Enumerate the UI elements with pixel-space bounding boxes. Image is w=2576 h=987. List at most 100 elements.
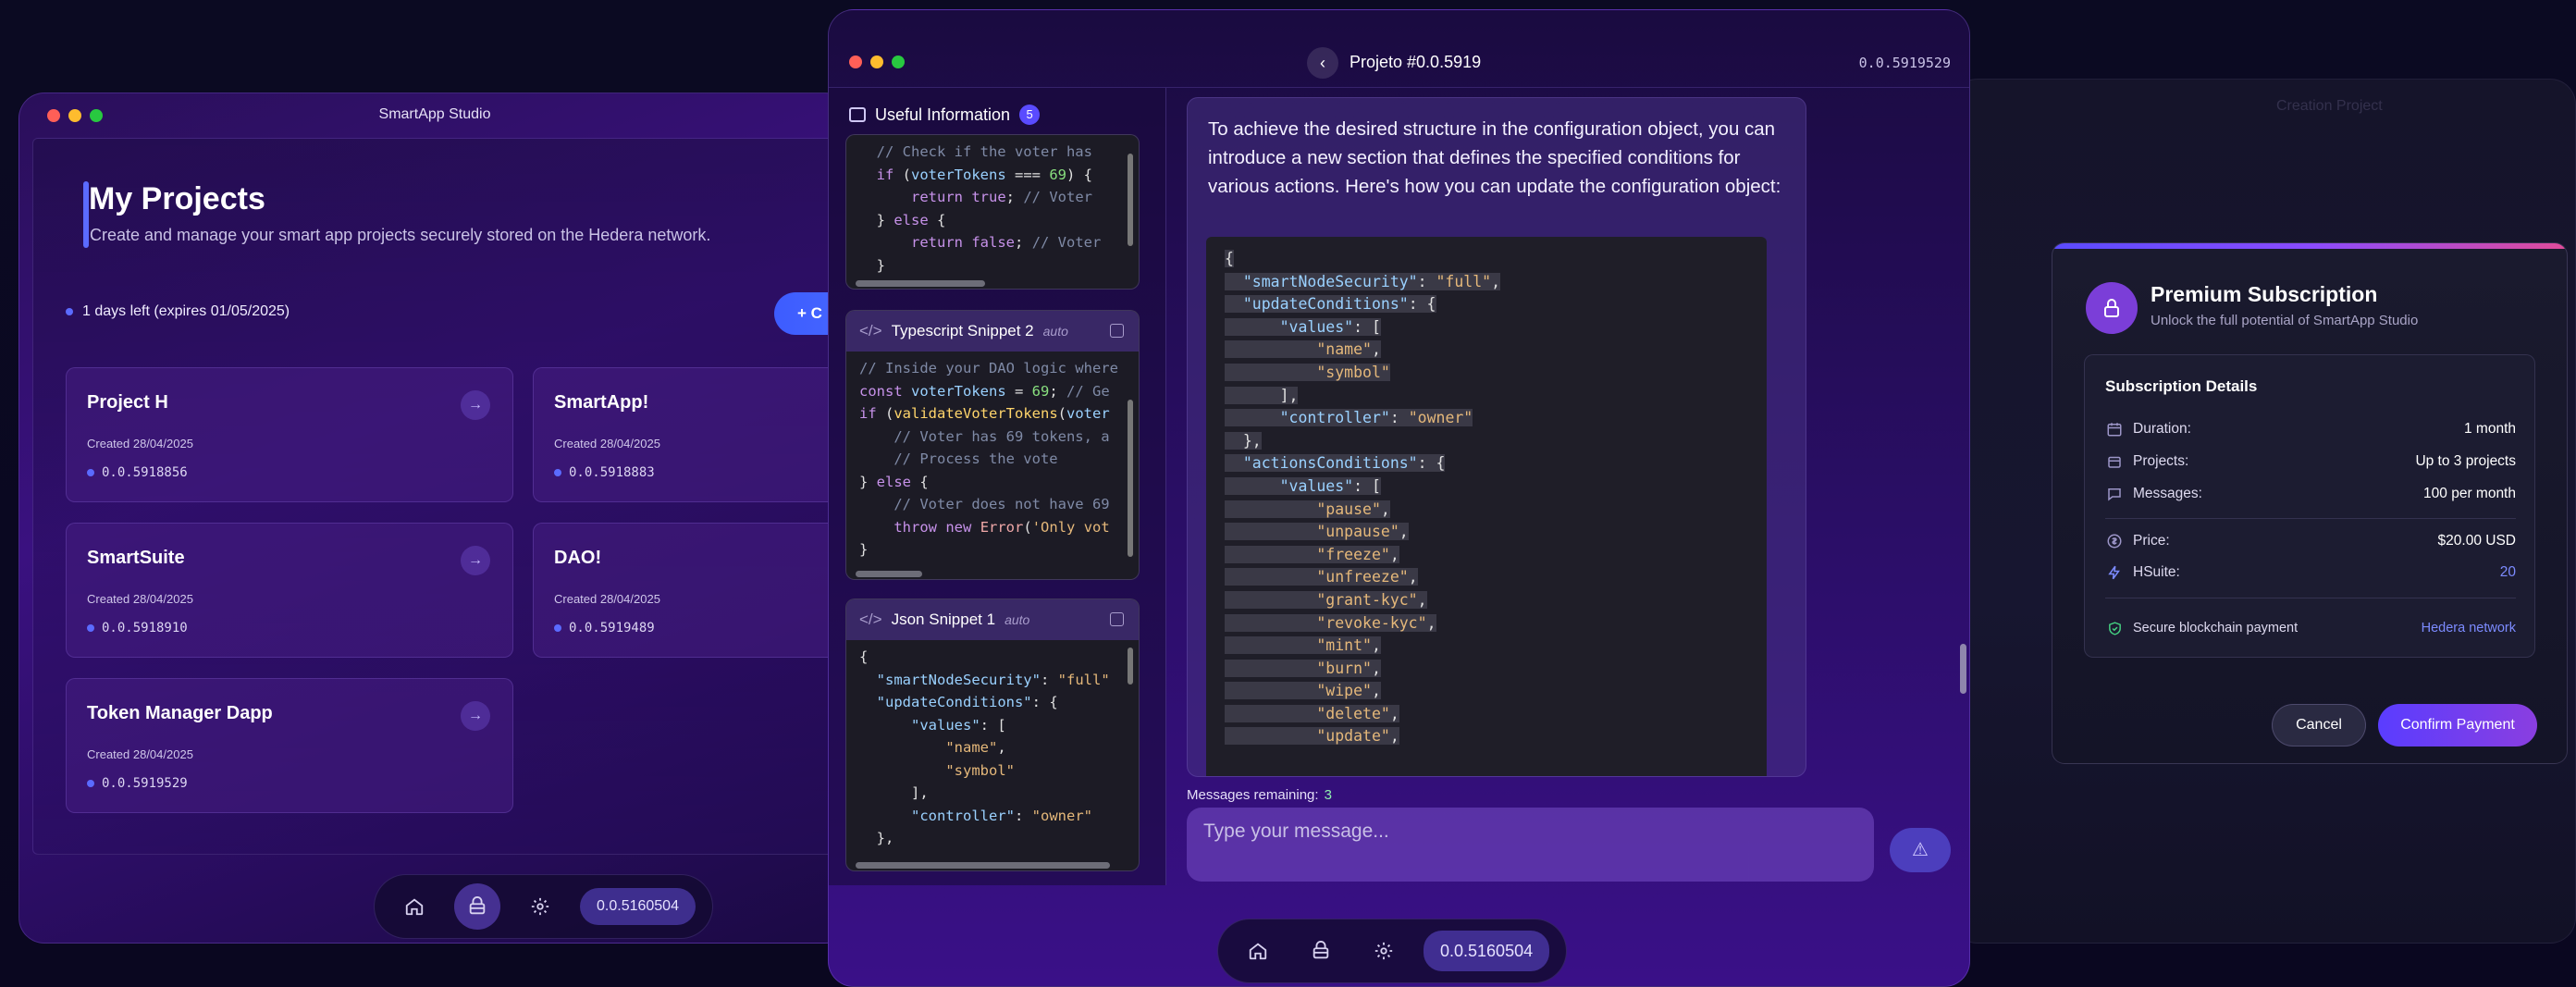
detail-row: Messages: 100 per month [2105, 485, 2516, 503]
bottom-dock: 0.0.5160504 [374, 874, 713, 939]
code-snippet[interactable]: </> Json Snippet 1 auto { "smartNodeSecu… [845, 598, 1140, 871]
detail-label: Messages: [2133, 486, 2202, 501]
close-window-button[interactable] [849, 56, 862, 68]
detail-value: Up to 3 projects [2415, 453, 2516, 469]
open-project-arrow-icon[interactable]: → [461, 546, 490, 575]
secure-payment-label: Secure blockchain payment [2133, 621, 2299, 635]
status-dot [66, 308, 73, 315]
code-block: // Inside your DAO logic where const vot… [859, 360, 1118, 558]
folder-icon [2105, 452, 2124, 471]
scrollbar[interactable] [1128, 400, 1133, 557]
detail-label: Price: [2133, 533, 2170, 549]
project-id: 0.0.5918883 [554, 465, 655, 480]
project-version: 0.0.5919529 [1858, 55, 1951, 71]
project-id-text: 0.0.5919529 [102, 776, 188, 791]
project-id-text: 0.0.5918910 [102, 621, 188, 635]
project-chat-window: ‹ Projeto #0.0.5919 0.0.5919529 Useful I… [828, 9, 1970, 987]
premium-subscription-modal: Premium Subscription Unlock the full pot… [2052, 242, 2568, 764]
detail-value: 100 per month [2423, 486, 2516, 501]
project-id-text: 0.0.5919489 [569, 621, 655, 635]
payment-note-row: Secure blockchain payment Hedera network [2105, 598, 2516, 637]
account-id-pill[interactable]: 0.0.5160504 [1424, 931, 1550, 971]
message-input[interactable]: Type your message... [1187, 808, 1874, 882]
snippet-header: </> Typescript Snippet 2 auto [846, 311, 1139, 352]
detail-row: HSuite: 20 [2105, 563, 2516, 582]
code-icon: </> [859, 322, 882, 339]
cancel-button[interactable]: Cancel [2272, 704, 2366, 746]
window-title: Projeto #0.0.5919 [1350, 53, 1482, 71]
code-icon: </> [859, 611, 882, 628]
detail-label: Projects: [2133, 453, 2189, 469]
modal-accent-bar [2052, 243, 2567, 249]
project-id: 0.0.5919489 [554, 621, 655, 635]
dollar-icon [2105, 532, 2124, 550]
scrollbar[interactable] [1128, 154, 1133, 246]
scrollbar[interactable] [856, 280, 985, 287]
vault-icon[interactable] [1298, 928, 1344, 974]
send-icon: ⚠ [1912, 840, 1929, 860]
id-dot [87, 469, 94, 476]
messages-remaining: Messages remaining: 3 [1187, 787, 1332, 803]
chat-scrollbar[interactable] [1960, 644, 1966, 694]
project-id: 0.0.5919529 [87, 776, 188, 791]
project-card[interactable]: Token Manager Dapp Created 28/04/2025 0.… [66, 678, 513, 813]
project-id-text: 0.0.5918883 [569, 465, 655, 480]
home-icon[interactable] [1235, 928, 1281, 974]
detail-value: $20.00 USD [2437, 533, 2516, 549]
snippet-language-auto: auto [1042, 324, 1068, 339]
send-button[interactable]: ⚠ [1890, 828, 1951, 872]
gear-icon[interactable] [517, 883, 563, 930]
messages-remaining-label: Messages remaining: [1187, 787, 1319, 803]
chat-messages: To achieve the desired structure in the … [1166, 88, 1969, 777]
detail-row: Projects: Up to 3 projects [2105, 452, 2516, 471]
open-project-arrow-icon[interactable]: → [461, 390, 490, 420]
scrollbar[interactable] [856, 862, 1110, 869]
account-id-pill[interactable]: 0.0.5160504 [580, 888, 696, 925]
detail-value: 1 month [2463, 421, 2516, 437]
scrollbar[interactable] [856, 571, 922, 577]
project-name: Token Manager Dapp [87, 703, 273, 723]
details-title: Subscription Details [2105, 377, 2258, 395]
window-title: SmartApp Studio [378, 106, 491, 122]
shield-check-icon [2105, 619, 2124, 637]
scrollbar[interactable] [1128, 648, 1133, 685]
confirm-payment-button[interactable]: Confirm Payment [2378, 704, 2537, 746]
bottom-dock: 0.0.5160504 [1217, 919, 1568, 983]
id-dot [87, 624, 94, 632]
project-created: Created 28/04/2025 [554, 592, 660, 606]
project-card[interactable]: DAO! Created 28/04/2025 0.0.5919489 [533, 523, 850, 658]
gear-icon[interactable] [1361, 928, 1407, 974]
project-card[interactable]: Project H Created 28/04/2025 0.0.5918856… [66, 367, 513, 502]
copy-icon[interactable] [1110, 612, 1124, 626]
detail-row: Price: $20.00 USD [2105, 518, 2516, 550]
code-block: { "smartNodeSecurity": "full", "updateCo… [1225, 250, 1501, 746]
modal-title: Premium Subscription [2151, 282, 2378, 306]
project-card[interactable]: SmartSuite Created 28/04/2025 0.0.591891… [66, 523, 513, 658]
lightning-icon [2105, 563, 2124, 582]
project-created: Created 28/04/2025 [554, 437, 660, 450]
assistant-message: To achieve the desired structure in the … [1187, 97, 1806, 777]
book-icon [849, 107, 866, 122]
detail-value: 20 [2499, 564, 2516, 580]
home-icon[interactable] [391, 883, 438, 930]
useful-information-panel: Useful Information 5 // Check if the vot… [829, 88, 1166, 885]
project-name: SmartApp! [554, 392, 649, 413]
subscription-details: Subscription Details Duration: 1 month P… [2084, 354, 2535, 658]
lock-icon [2086, 282, 2138, 334]
back-button[interactable]: ‹ [1307, 47, 1338, 79]
project-card[interactable]: SmartApp! Created 28/04/2025 0.0.5918883 [533, 367, 850, 502]
vault-icon[interactable] [454, 883, 500, 930]
open-project-arrow-icon[interactable]: → [461, 701, 490, 731]
minimize-window-button[interactable] [870, 56, 883, 68]
messages-remaining-count: 3 [1324, 787, 1332, 803]
copy-icon[interactable] [1110, 324, 1124, 338]
maximize-window-button[interactable] [892, 56, 905, 68]
project-name: DAO! [554, 548, 602, 568]
id-dot [554, 469, 561, 476]
code-snippet[interactable]: // Check if the voter has if (voterToken… [845, 134, 1140, 290]
days-left-text: 1 days left (expires 01/05/2025) [82, 303, 290, 319]
code-snippet[interactable]: </> Typescript Snippet 2 auto // Inside … [845, 310, 1140, 580]
project-id: 0.0.5918910 [87, 621, 188, 635]
id-dot [87, 780, 94, 787]
window-controls [849, 56, 905, 68]
